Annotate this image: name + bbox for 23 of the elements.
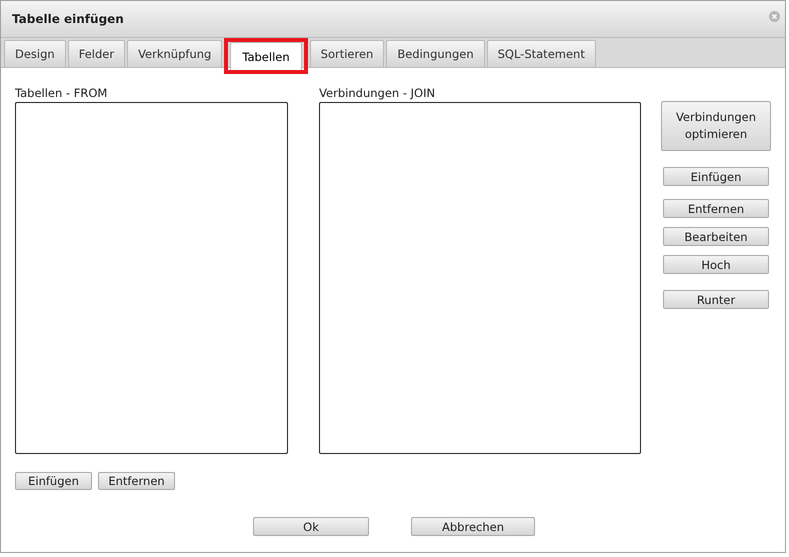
dialog-button[interactable]: Abbrechen bbox=[411, 517, 535, 536]
tab[interactable]: Tabellen bbox=[230, 42, 302, 70]
list-button[interactable]: Entfernen bbox=[98, 472, 175, 490]
table-list[interactable] bbox=[15, 102, 288, 454]
side-button[interactable]: Entfernen bbox=[663, 199, 769, 218]
tab[interactable]: Verknüpfung bbox=[127, 40, 222, 67]
list-label: Tabellen - FROM bbox=[15, 85, 108, 102]
side-button[interactable]: Runter bbox=[663, 290, 769, 309]
close-icon[interactable] bbox=[769, 11, 780, 22]
side-button[interactable]: Einfügen bbox=[663, 167, 769, 186]
join-list[interactable] bbox=[319, 102, 641, 454]
tab[interactable]: Bedingungen bbox=[386, 40, 485, 67]
list-label: Verbindungen - JOIN bbox=[319, 85, 436, 102]
tab[interactable]: Felder bbox=[68, 40, 126, 67]
side-button[interactable]: Hoch bbox=[663, 255, 769, 274]
tab[interactable]: Design bbox=[4, 40, 66, 67]
dialog-button[interactable]: Ok bbox=[253, 517, 369, 536]
window-title: Tabelle einfügen bbox=[12, 12, 124, 26]
side-button[interactable]: Verbindungen optimieren bbox=[661, 101, 771, 151]
tab[interactable]: Sortieren bbox=[310, 40, 384, 67]
tab[interactable]: SQL-Statement bbox=[486, 40, 596, 67]
side-button[interactable]: Bearbeiten bbox=[663, 227, 769, 246]
list-button[interactable]: Einfügen bbox=[15, 472, 92, 490]
